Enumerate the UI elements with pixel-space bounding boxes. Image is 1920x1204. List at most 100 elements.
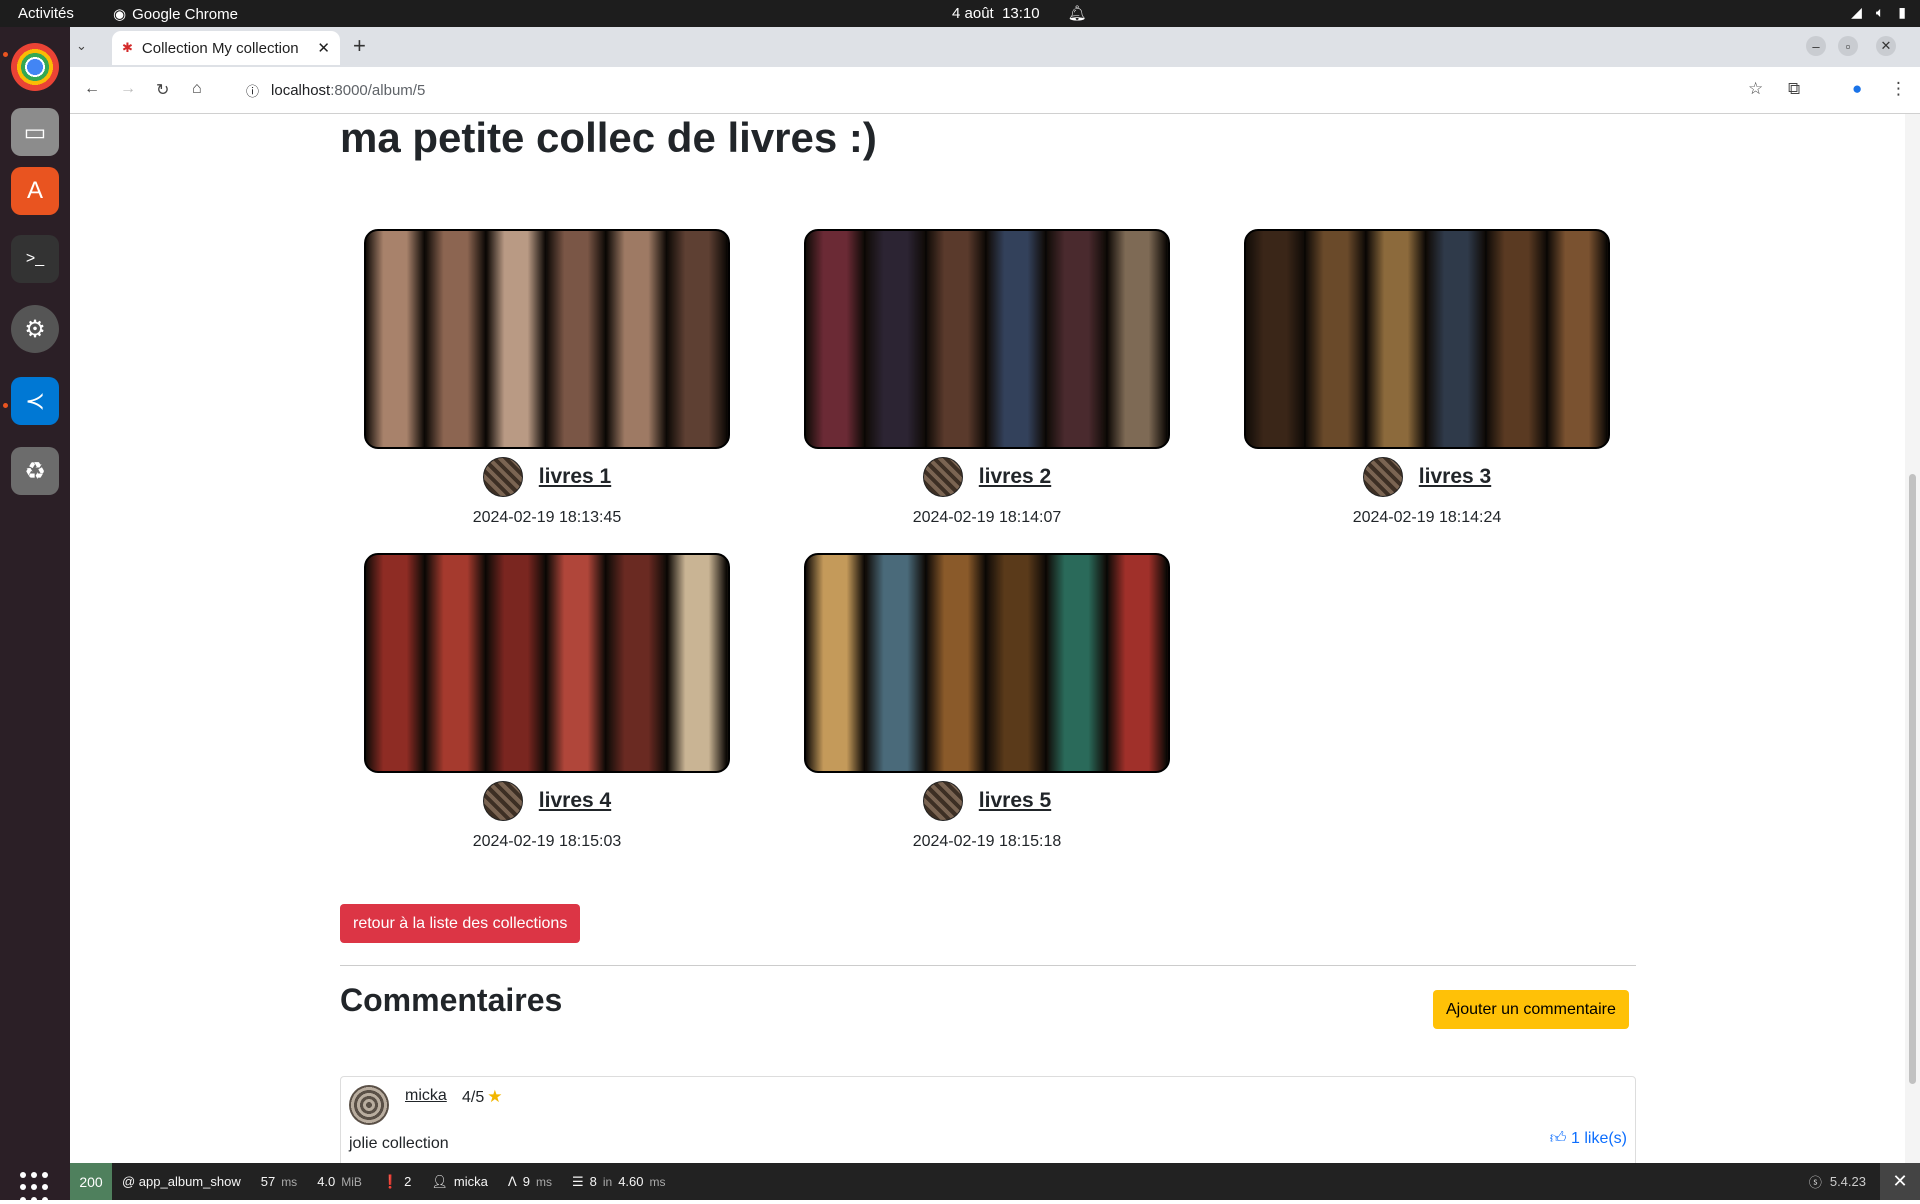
forward-icon[interactable]: → (120, 80, 136, 98)
item-image[interactable] (364, 553, 730, 773)
address-bar[interactable]: ⓘ localhost:8000/album/5 (222, 73, 1812, 107)
add-comment-button[interactable]: Ajouter un commentaire (1433, 990, 1629, 1029)
memory-value: 4.0 (317, 1174, 336, 1189)
db-unit: ms (649, 1174, 666, 1189)
cache-item[interactable]: ⴷ 9 ms (498, 1174, 562, 1190)
new-tab-icon[interactable]: + (353, 33, 366, 59)
database-icon: ☰ (571, 1173, 584, 1189)
comments-heading: Commentaires (340, 982, 563, 1018)
tab-title: Collection My collection (141, 39, 299, 57)
item-date: 2024-02-19 18:14:07 (912, 509, 1062, 526)
settings-dock-icon[interactable]: ⚙ (11, 305, 59, 353)
browser-chrome: ⌄ ✱ Collection My collection ✕ + – ▫ ✕ ←… (70, 27, 1920, 114)
activities-button[interactable]: Activités (18, 5, 74, 22)
extensions-icon[interactable]: ⧉ (1788, 79, 1800, 99)
tab-collection[interactable]: ✱ Collection My collection ✕ (112, 31, 340, 65)
item-date: 2024-02-19 18:14:24 (1352, 509, 1502, 526)
user-item[interactable]: 👤︎ micka (421, 1174, 497, 1190)
tab-search-icon[interactable]: ⌄ (76, 38, 87, 54)
comment-user-link[interactable]: micka (405, 1087, 447, 1105)
item-avatar[interactable] (922, 781, 963, 821)
show-apps-icon[interactable] (20, 1172, 52, 1204)
item-image[interactable] (1244, 229, 1610, 449)
collection-item-card: livres 3 2024-02-19 18:14:24 (1244, 229, 1610, 527)
back-to-collections-button[interactable]: retour à la liste des collections (340, 904, 581, 943)
likes-count: 1 like(s) (1570, 1130, 1627, 1147)
page-title: ma petite collec de livres :) (340, 114, 877, 161)
route-item[interactable]: @ app_album_show (112, 1174, 251, 1189)
tab-close-icon[interactable]: ✕ (317, 39, 330, 57)
item-avatar[interactable] (482, 781, 523, 821)
memory-unit: MiB (341, 1174, 362, 1189)
url-host: localhost (271, 81, 331, 99)
date-label: 4 août (952, 4, 994, 22)
notification-bell-icon: 🔔︎ (1067, 5, 1087, 22)
comment-card: micka 4/5 ★ jolie collection 👍︎ 1 like(s) (340, 1076, 1636, 1163)
like-button[interactable]: 👍︎ 1 like(s) (1550, 1129, 1627, 1148)
item-date: 2024-02-19 18:15:18 (912, 833, 1062, 850)
system-top-bar: Activités ◉ Google Chrome 4 août 13:10 🔔… (0, 0, 1920, 27)
time-item[interactable]: 57 ms (251, 1174, 307, 1189)
active-app-label: Google Chrome (132, 5, 238, 23)
vscode-dock-icon[interactable]: ≺ (11, 377, 59, 425)
memory-item[interactable]: 4.0 MiB (307, 1174, 372, 1189)
cache-unit: ms (535, 1174, 552, 1189)
clock[interactable]: 4 août 13:10 🔔︎ (952, 4, 1087, 23)
menu-icon[interactable]: ⋮ (1890, 79, 1907, 99)
terminal-dock-icon[interactable]: >_ (11, 235, 59, 283)
time-label: 13:10 (1002, 4, 1040, 22)
dock: ▭ A >_ ⚙ ≺ ♻ (0, 27, 70, 1203)
reload-icon[interactable]: ↻ (156, 80, 169, 100)
battery-icon: ▮ (1898, 4, 1906, 20)
tab-favicon-icon: ✱ (122, 40, 133, 55)
chrome-dock-icon[interactable] (11, 43, 59, 91)
running-indicator (3, 52, 8, 57)
bookmark-star-icon[interactable]: ☆ (1748, 79, 1763, 99)
close-window-icon[interactable]: ✕ (1876, 36, 1896, 56)
item-date: 2024-02-19 18:13:45 (472, 509, 622, 526)
scrollbar-thumb[interactable] (1909, 474, 1916, 1084)
active-app-menu[interactable]: ◉ Google Chrome (113, 5, 238, 24)
item-avatar[interactable] (922, 457, 963, 497)
item-image[interactable] (364, 229, 730, 449)
site-info-icon[interactable]: ⓘ (246, 81, 259, 100)
running-indicator (3, 403, 8, 408)
symfony-debug-toolbar: 200 @ app_album_show 57 ms 4.0 MiB ❗ 2 👤︎ mi… (70, 1163, 1920, 1200)
logs-count: 2 (404, 1174, 412, 1189)
rating-value: 4/5 (462, 1089, 485, 1106)
item-date: 2024-02-19 18:15:03 (472, 833, 622, 850)
trash-dock-icon[interactable]: ♻ (11, 447, 59, 495)
database-item[interactable]: ☰ 8 in 4.60 ms (562, 1174, 676, 1190)
user-name: micka (453, 1174, 488, 1189)
item-image[interactable] (804, 553, 1170, 773)
minimize-icon[interactable]: – (1806, 36, 1826, 56)
item-name-link[interactable]: livres 5 (979, 789, 1051, 813)
profile-icon[interactable]: ● (1852, 79, 1862, 99)
maximize-icon[interactable]: ▫ (1838, 36, 1858, 56)
db-in: in (602, 1174, 613, 1189)
item-name-link[interactable]: livres 2 (979, 465, 1051, 489)
db-time: 4.60 (618, 1174, 644, 1189)
item-image[interactable] (804, 229, 1170, 449)
back-icon[interactable]: ← (84, 80, 100, 98)
symfony-version[interactable]: ⓢ 5.4.23 (1809, 1172, 1866, 1191)
page-scrollbar[interactable] (1905, 114, 1920, 1163)
home-icon[interactable]: ⌂ (192, 80, 202, 98)
comment-text: jolie collection (349, 1135, 449, 1152)
system-tray[interactable]: ◢ 🔈︎ ▮ (1851, 4, 1906, 21)
close-toolbar-icon[interactable]: ✕ (1880, 1163, 1920, 1200)
status-code-badge[interactable]: 200 (70, 1163, 112, 1200)
comment-avatar[interactable] (349, 1085, 389, 1125)
warning-icon: ❗ (381, 1173, 399, 1189)
collection-item-card: livres 1 2024-02-19 18:13:45 (364, 229, 730, 527)
chrome-small-icon: ◉ (113, 6, 127, 23)
item-name-link[interactable]: livres 3 (1419, 465, 1491, 489)
item-name-link[interactable]: livres 4 (539, 789, 611, 813)
logs-item[interactable]: ❗ 2 (372, 1174, 421, 1190)
item-name-link[interactable]: livres 1 (539, 465, 611, 489)
app-center-dock-icon[interactable]: A (11, 167, 59, 215)
item-avatar[interactable] (482, 457, 523, 497)
files-dock-icon[interactable]: ▭ (11, 108, 59, 156)
item-avatar[interactable] (1362, 457, 1403, 497)
collection-item-card: livres 4 2024-02-19 18:15:03 (364, 553, 730, 851)
